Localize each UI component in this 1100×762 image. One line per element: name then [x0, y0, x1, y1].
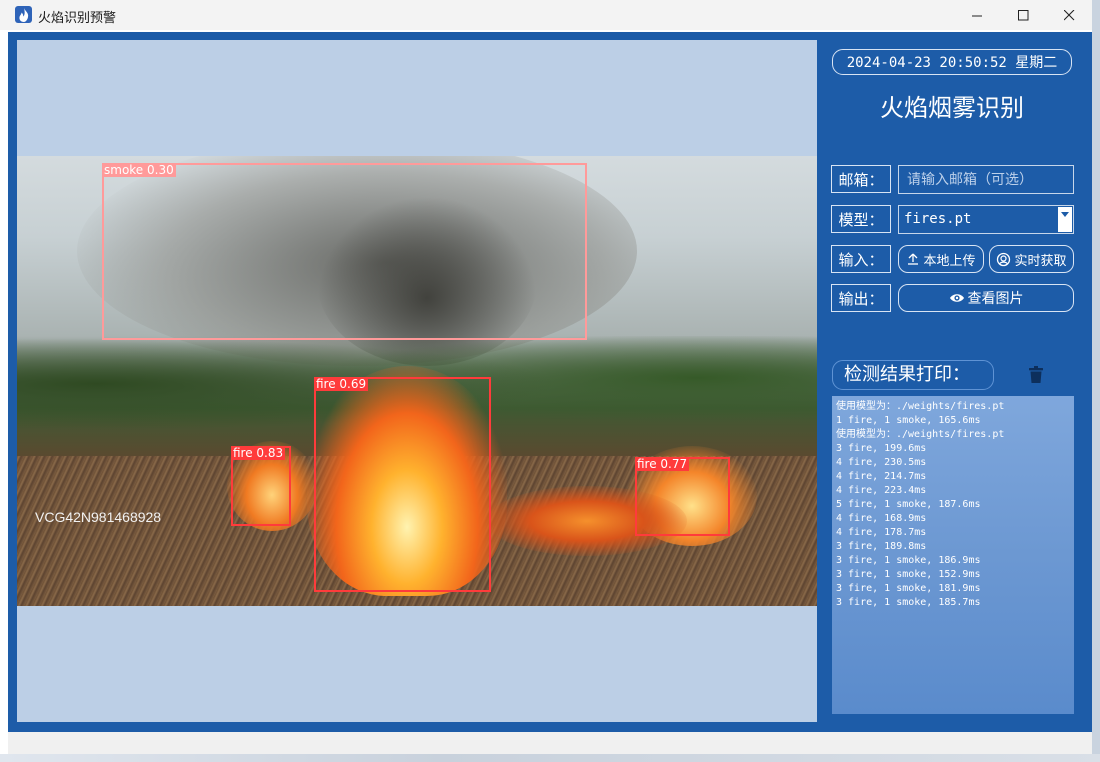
detection-box-fire: fire 0.69 — [314, 377, 491, 592]
app-heading: 火焰烟雾识别 — [880, 94, 1024, 122]
minimize-icon — [971, 15, 982, 16]
camera-icon — [997, 252, 1011, 266]
output-label: 输出： — [831, 284, 891, 312]
maximize-button[interactable] — [1000, 0, 1046, 30]
control-panel: 2024-04-23 20:50:52 星期二 火焰烟雾识别 邮箱： 模型： f… — [817, 32, 1092, 732]
results-log: 使用模型为：./weights/fires.pt 1 fire, 1 smoke,… — [832, 396, 1074, 714]
log-line: 4 fire, 223.4ms — [836, 485, 927, 496]
log-line: 1 fire, 1 smoke, 165.6ms — [836, 415, 981, 426]
results-title: 检测结果打印： — [832, 360, 994, 390]
detection-box-fire: fire 0.83 — [231, 446, 291, 526]
detection-label: fire 0.83 — [231, 446, 286, 460]
maximize-icon — [1017, 9, 1028, 20]
trash-icon[interactable] — [1028, 366, 1046, 386]
log-line: 3 fire, 1 smoke, 181.9ms — [836, 583, 981, 594]
log-line: 5 fire, 1 smoke, 187.6ms — [836, 499, 981, 510]
detection-display: smoke 0.30 fire 0.69 fire 0.83 fire 0.77 VC… — [17, 40, 817, 722]
local-upload-button[interactable]: 本地上传 — [898, 245, 984, 273]
local-upload-label: 本地上传 — [923, 253, 976, 269]
input-label: 输入： — [831, 245, 891, 273]
minimize-button[interactable] — [954, 0, 1000, 30]
log-line: 3 fire, 1 smoke, 186.9ms — [836, 555, 981, 566]
log-line: 4 fire, 214.7ms — [836, 471, 927, 482]
main-content: smoke 0.30 fire 0.69 fire 0.83 fire 0.77 VC… — [8, 32, 1092, 732]
realtime-capture-button[interactable]: 实时获取 — [989, 245, 1074, 273]
title-bar[interactable]: 火焰识别预警 — [0, 0, 1092, 30]
email-label: 邮箱： — [831, 165, 891, 193]
video-frame: smoke 0.30 fire 0.69 fire 0.83 fire 0.77 VC… — [17, 156, 817, 606]
window-title: 火焰识别预警 — [38, 11, 117, 26]
log-line: 3 fire, 199.6ms — [836, 443, 927, 454]
eye-icon — [949, 294, 964, 302]
close-icon — [1063, 9, 1074, 20]
view-image-button[interactable]: 查看图片 — [898, 284, 1074, 312]
log-line: 4 fire, 178.7ms — [836, 527, 927, 538]
model-label: 模型： — [831, 205, 891, 233]
view-image-label: 查看图片 — [967, 291, 1024, 307]
log-line: 4 fire, 230.5ms — [836, 457, 927, 468]
watermark-text: VCG42N981468928 — [35, 509, 162, 525]
detection-label: fire 0.69 — [314, 377, 369, 391]
log-line: 4 fire, 168.9ms — [836, 513, 927, 524]
detection-box-smoke: smoke 0.30 — [102, 163, 587, 340]
realtime-capture-label: 实时获取 — [1014, 253, 1067, 269]
log-line: 使用模型为：./weights/fires.pt — [836, 429, 1005, 440]
flame-icon — [15, 6, 32, 23]
log-line: 3 fire, 189.8ms — [836, 541, 927, 552]
email-field[interactable] — [898, 165, 1074, 194]
app-window: 火焰识别预警 smoke 0.30 fire 0.69 fire 0.83 fi… — [0, 0, 1092, 754]
upload-icon — [908, 253, 919, 265]
log-line: 使用模型为：./weights/fires.pt — [836, 401, 1005, 412]
close-button[interactable] — [1046, 0, 1092, 30]
model-select[interactable]: fires.pt — [898, 205, 1074, 234]
model-select-value: fires.pt — [904, 211, 972, 227]
log-line: 3 fire, 1 smoke, 185.7ms — [836, 597, 981, 608]
detection-label: smoke 0.30 — [102, 163, 176, 177]
status-bar — [8, 732, 1092, 754]
chevron-down-icon[interactable] — [1058, 207, 1072, 232]
datetime-display: 2024-04-23 20:50:52 星期二 — [832, 49, 1072, 75]
log-line: 3 fire, 1 smoke, 152.9ms — [836, 569, 981, 580]
desktop-background-bottom — [0, 754, 1100, 762]
detection-box-fire: fire 0.77 — [635, 457, 730, 536]
detection-label: fire 0.77 — [635, 457, 690, 471]
